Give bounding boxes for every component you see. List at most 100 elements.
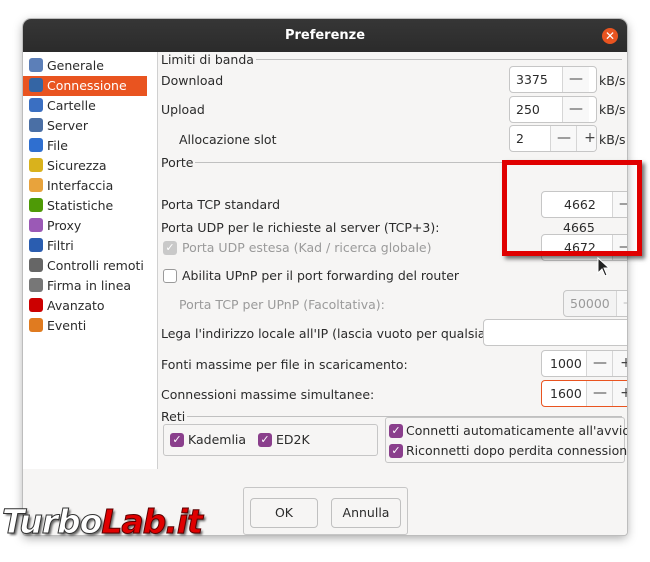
slot-allocation-unit: kB/s (599, 132, 626, 147)
remote-control-icon (29, 258, 43, 272)
connection-icon (29, 78, 43, 92)
sidebar-item-file[interactable]: File (23, 136, 157, 156)
upnp-tcp-port-value: 50000 (570, 296, 610, 311)
sidebar-item-generale[interactable]: Generale (23, 56, 157, 76)
watermark-part2: Lab.it (101, 502, 204, 542)
ok-button[interactable]: OK (250, 498, 318, 528)
kademlia-checkbox[interactable]: ✓ (170, 433, 184, 447)
upload-label: Upload (161, 102, 205, 117)
cancel-button[interactable]: Annulla (331, 498, 401, 528)
udp-extended-label: Porta UDP estesa (Kad / ricerca globale) (182, 240, 432, 255)
sidebar-item-label: Proxy (47, 218, 82, 233)
udp-port-label: Porta UDP per le richieste al server (TC… (161, 220, 440, 235)
lock-icon (29, 158, 43, 172)
max-sources-value: 1000 (550, 356, 582, 371)
autoconnect-label: Connetti automaticamente all'avvio (406, 423, 627, 438)
sidebar: Generale Connessione Cartelle Server File Sic… (23, 52, 158, 469)
upload-decrement-button[interactable]: — (562, 97, 589, 122)
slot-allocation-spinbox[interactable]: 2 — + (509, 125, 597, 152)
slot-increment-button[interactable]: + (576, 126, 596, 151)
sidebar-item-eventi[interactable]: Eventi (23, 316, 157, 336)
title-bar: Preferenze ✕ (23, 19, 627, 52)
preferences-content: Limiti di banda Download 3375 — kB/s Upl… (158, 52, 627, 535)
events-icon (29, 318, 43, 332)
autoconnect-checkbox[interactable]: ✓ (389, 424, 403, 438)
tcp-port-label: Porta TCP standard (161, 197, 281, 212)
upnp-tcp-port-label: Porta TCP per UPnP (Facoltativa): (179, 297, 385, 312)
max-connections-decrement-button[interactable]: — (586, 381, 613, 406)
server-icon (29, 118, 43, 132)
sidebar-item-label: Firma in linea (47, 278, 132, 293)
upnp-label: Abilita UPnP per il port forwarding del … (182, 268, 460, 283)
advanced-icon (29, 298, 43, 312)
sidebar-item-label: Filtri (47, 238, 74, 253)
slot-allocation-value: 2 (516, 131, 524, 146)
sidebar-item-avanzato[interactable]: Avanzato (23, 296, 157, 316)
window-title: Preferenze (284, 28, 366, 43)
download-value: 3375 (516, 72, 548, 87)
udp-extended-checkbox[interactable]: ✓ (163, 241, 177, 255)
filter-icon (29, 238, 43, 252)
preferences-window: Preferenze ✕ Generale Connessione Cartelle… (23, 19, 627, 535)
sidebar-item-controlli-remoti[interactable]: Controlli remoti (23, 256, 157, 276)
folder-icon (29, 98, 43, 112)
sidebar-item-label: Interfaccia (47, 178, 114, 193)
sidebar-item-label: Statistiche (47, 198, 114, 213)
kademlia-label: Kademlia (188, 432, 247, 447)
sidebar-item-connessione[interactable]: Connessione (23, 76, 147, 96)
download-unit: kB/s (599, 73, 626, 88)
bind-ip-label: Lega l'indirizzo locale all'IP (lascia v… (161, 326, 505, 341)
download-label: Download (161, 73, 224, 88)
sidebar-item-label: Sicurezza (47, 158, 107, 173)
networks-group-label: Reti (161, 409, 188, 424)
max-sources-increment-button[interactable]: + (612, 351, 627, 376)
online-signature-icon (29, 278, 43, 292)
upnp-tcp-port-spinbox[interactable]: 50000 — (563, 290, 627, 317)
ed2k-checkbox[interactable]: ✓ (258, 433, 272, 447)
download-spinbox[interactable]: 3375 — (509, 66, 597, 93)
upnp-tcp-decrement-button[interactable]: — (616, 291, 627, 316)
max-connections-label: Connessioni massime simultanee: (161, 387, 375, 402)
ed2k-label: ED2K (276, 432, 310, 447)
slot-allocation-label: Allocazione slot (179, 132, 277, 147)
reconnect-checkbox[interactable]: ✓ (389, 444, 403, 458)
statistics-icon (29, 198, 43, 212)
sidebar-item-filtri[interactable]: Filtri (23, 236, 157, 256)
mouse-cursor-icon (597, 257, 611, 277)
sidebar-item-label: Generale (47, 58, 104, 73)
download-decrement-button[interactable]: — (562, 67, 589, 92)
ports-group-label: Porte (161, 155, 196, 170)
upload-spinbox[interactable]: 250 — (509, 96, 597, 123)
max-sources-decrement-button[interactable]: — (586, 351, 613, 376)
sidebar-item-server[interactable]: Server (23, 116, 157, 136)
file-icon (29, 138, 43, 152)
max-connections-value: 1600 (550, 386, 582, 401)
slot-decrement-button[interactable]: — (550, 126, 577, 151)
max-sources-label: Fonti massime per file in scaricamento: (161, 357, 408, 372)
max-connections-spinbox[interactable]: 1600 — + (541, 380, 627, 407)
sidebar-item-cartelle[interactable]: Cartelle (23, 96, 157, 116)
proxy-icon (29, 218, 43, 232)
watermark-part1: Turbo (1, 502, 102, 542)
sidebar-item-label: Cartelle (47, 98, 96, 113)
close-icon[interactable]: ✕ (602, 28, 618, 44)
watermark-logo: TurboLab.it (1, 502, 204, 542)
sidebar-item-label: Eventi (47, 318, 87, 333)
sidebar-item-statistiche[interactable]: Statistiche (23, 196, 157, 216)
upnp-checkbox[interactable] (163, 269, 177, 283)
sidebar-item-proxy[interactable]: Proxy (23, 216, 157, 236)
reconnect-label: Riconnetti dopo perdita connessione (406, 443, 627, 458)
interface-icon (29, 178, 43, 192)
sidebar-item-firma-in-linea[interactable]: Firma in linea (23, 276, 157, 296)
bind-ip-input[interactable] (483, 319, 627, 346)
max-connections-increment-button[interactable]: + (612, 381, 627, 406)
sidebar-item-label: Avanzato (47, 298, 105, 313)
sidebar-item-label: Controlli remoti (47, 258, 144, 273)
sidebar-item-sicurezza[interactable]: Sicurezza (23, 156, 157, 176)
sidebar-item-label: Server (47, 118, 88, 133)
max-sources-spinbox[interactable]: 1000 — + (541, 350, 627, 377)
sidebar-item-interfaccia[interactable]: Interfaccia (23, 176, 157, 196)
upload-unit: kB/s (599, 102, 626, 117)
upload-value: 250 (516, 102, 540, 117)
sidebar-item-label: Connessione (47, 78, 127, 93)
